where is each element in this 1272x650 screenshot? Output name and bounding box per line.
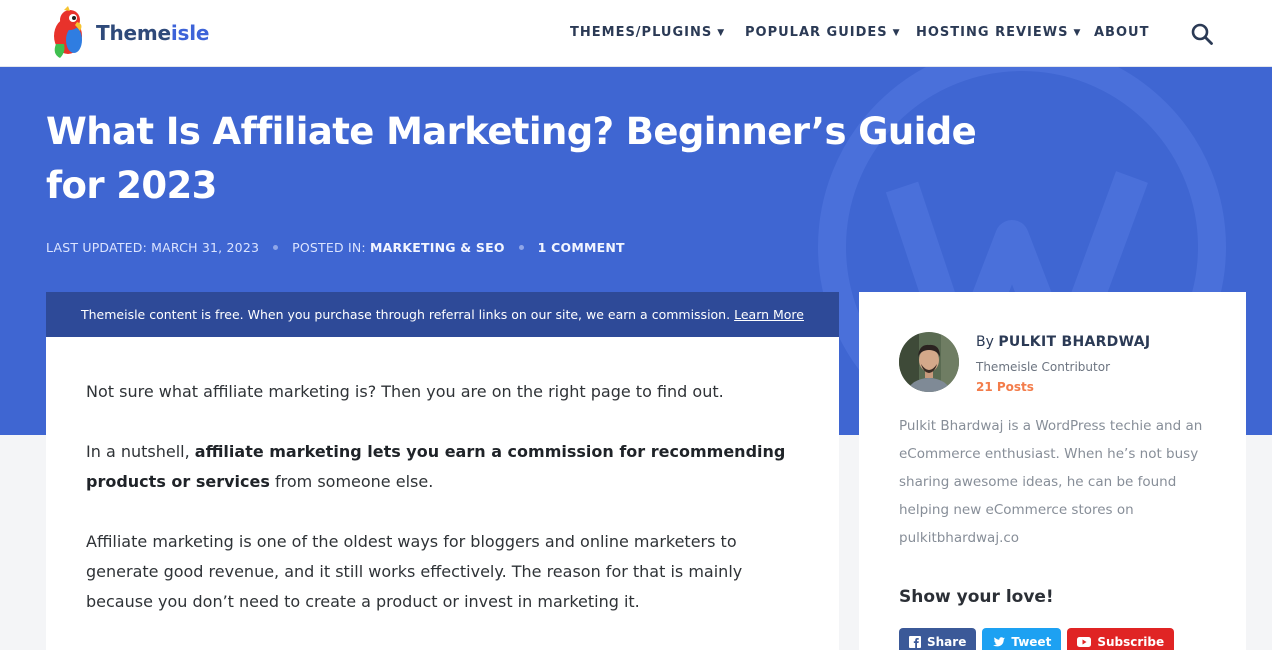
page-title: What Is Affiliate Marketing? Beginner’s … bbox=[46, 110, 977, 207]
paragraph-nutshell: In a nutshell, affiliate marketing lets … bbox=[86, 442, 786, 491]
author-role: Themeisle Contributor bbox=[976, 360, 1111, 374]
author-post-count[interactable]: 21 Posts bbox=[976, 380, 1034, 394]
facebook-share-button[interactable]: Share bbox=[899, 628, 977, 650]
nav-label: THEMES/PLUGINS bbox=[570, 25, 713, 40]
twitter-tweet-button[interactable]: Tweet bbox=[982, 628, 1062, 650]
article-body: Not sure what affiliate marketing is? Th… bbox=[46, 337, 839, 650]
author-sidebar: By PULKIT BHARDWAJ Themeisle Contributor… bbox=[859, 292, 1246, 650]
share-heading: Show your love! bbox=[899, 587, 1054, 607]
last-updated: LAST UPDATED: MARCH 31, 2023 bbox=[46, 240, 260, 255]
nav-hosting-reviews[interactable]: HOSTING REVIEWS ▼ bbox=[916, 25, 1081, 40]
author-byline: By PULKIT BHARDWAJ bbox=[976, 334, 1151, 350]
learn-more-link[interactable]: Learn More bbox=[734, 307, 804, 322]
site-header: Themeisle THEMES/PLUGINS ▼ POPULAR GUIDES… bbox=[0, 0, 1272, 67]
affiliate-disclosure: Themeisle content is free. When you purc… bbox=[46, 292, 839, 337]
chevron-down-icon: ▼ bbox=[1073, 27, 1082, 38]
author-avatar[interactable] bbox=[899, 332, 959, 392]
youtube-icon bbox=[1077, 637, 1092, 647]
brand-name: Themeisle bbox=[96, 21, 210, 45]
comments-link[interactable]: 1 COMMENT bbox=[538, 240, 625, 255]
search-icon[interactable] bbox=[1190, 22, 1214, 46]
category-link[interactable]: MARKETING & SEO bbox=[370, 240, 505, 255]
twitter-icon bbox=[992, 636, 1006, 648]
parrot-logo-icon bbox=[54, 6, 82, 58]
paragraph-history: Affiliate marketing is one of the oldest… bbox=[86, 532, 743, 611]
facebook-icon bbox=[909, 636, 921, 648]
disclosure-text: Themeisle content is free. When you purc… bbox=[80, 307, 731, 322]
separator-dot bbox=[518, 245, 524, 250]
author-bio: Pulkit Bhardwaj is a WordPress techie an… bbox=[899, 418, 1203, 546]
chevron-down-icon: ▼ bbox=[717, 27, 726, 38]
author-name[interactable]: PULKIT BHARDWAJ bbox=[998, 334, 1150, 350]
post-meta: LAST UPDATED: MARCH 31, 2023 POSTED IN: … bbox=[46, 240, 625, 255]
separator-dot bbox=[273, 245, 279, 250]
nav-themes-plugins[interactable]: THEMES/PLUGINS ▼ bbox=[570, 25, 725, 40]
chevron-down-icon: ▼ bbox=[892, 27, 901, 38]
nav-label: ABOUT bbox=[1094, 25, 1150, 40]
posted-in-label: POSTED IN: bbox=[292, 240, 366, 255]
paragraph-intro: Not sure what affiliate marketing is? Th… bbox=[86, 382, 724, 401]
nav-label: HOSTING REVIEWS bbox=[916, 25, 1069, 40]
youtube-subscribe-button[interactable]: Subscribe bbox=[1067, 628, 1175, 650]
nav-popular-guides[interactable]: POPULAR GUIDES ▼ bbox=[745, 25, 901, 40]
share-buttons: Share Tweet Subscribe bbox=[899, 628, 1175, 650]
site-logo[interactable]: Themeisle bbox=[46, 6, 209, 60]
nav-about[interactable]: ABOUT bbox=[1094, 25, 1149, 40]
nav-label: POPULAR GUIDES bbox=[745, 25, 888, 40]
